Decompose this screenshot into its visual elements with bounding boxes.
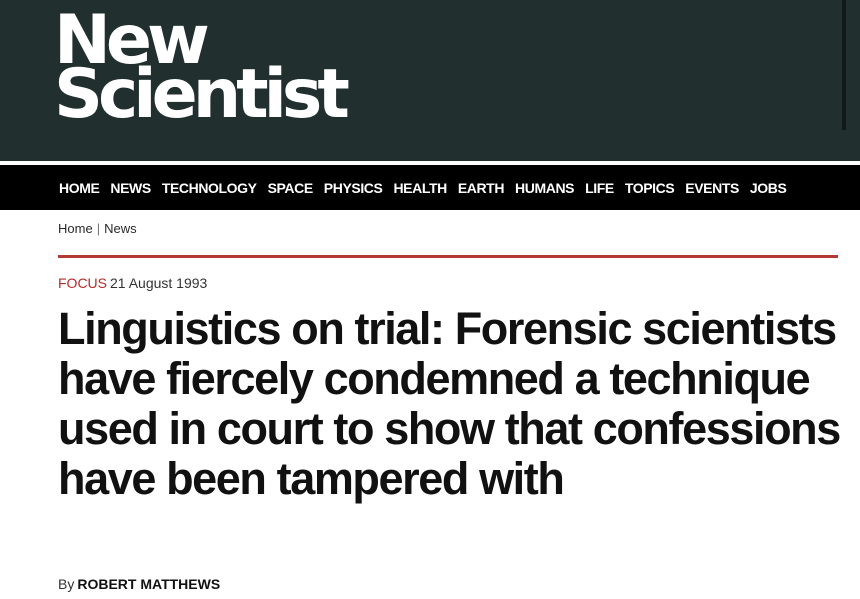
- nav-item-life[interactable]: LIFE: [585, 180, 614, 196]
- logo-line-2: Scientist: [54, 55, 350, 134]
- byline: By ROBERT MATTHEWS: [58, 576, 220, 592]
- author-link[interactable]: ROBERT MATTHEWS: [77, 576, 220, 592]
- nav-item-space[interactable]: SPACE: [268, 180, 314, 196]
- nav-item-health[interactable]: HEALTH: [393, 180, 447, 196]
- nav-item-news[interactable]: NEWS: [110, 180, 151, 196]
- new-scientist-logo[interactable]: New Scientist: [54, 7, 350, 134]
- breadcrumb-news[interactable]: News: [104, 221, 137, 236]
- nav-item-physics[interactable]: PHYSICS: [324, 180, 383, 196]
- nav-item-technology[interactable]: TECHNOLOGY: [162, 180, 257, 196]
- main-nav: HOME NEWS TECHNOLOGY SPACE PHYSICS HEALT…: [0, 165, 860, 210]
- nav-item-humans[interactable]: HUMANS: [515, 180, 574, 196]
- category-label[interactable]: FOCUS: [58, 275, 107, 291]
- article-meta: FOCUS 21 August 1993: [58, 275, 207, 291]
- accent-rule: [58, 255, 838, 258]
- breadcrumb-home[interactable]: Home: [58, 221, 93, 236]
- nav-item-earth[interactable]: EARTH: [458, 180, 505, 196]
- byline-prefix: By: [58, 576, 75, 592]
- breadcrumb-separator: |: [96, 221, 101, 236]
- publish-date: 21 August 1993: [110, 275, 208, 291]
- nav-item-jobs[interactable]: JOBS: [750, 180, 787, 196]
- nav-item-topics[interactable]: TOPICS: [625, 180, 675, 196]
- masthead-edge-decoration: [842, 0, 846, 130]
- masthead: New Scientist: [0, 0, 860, 161]
- nav-item-events[interactable]: EVENTS: [685, 180, 739, 196]
- breadcrumb: Home | News: [58, 221, 137, 236]
- article-headline: Linguistics on trial: Forensic scientist…: [58, 303, 841, 504]
- nav-item-home[interactable]: HOME: [59, 180, 100, 196]
- page: New Scientist HOME NEWS TECHNOLOGY SPACE…: [0, 0, 860, 599]
